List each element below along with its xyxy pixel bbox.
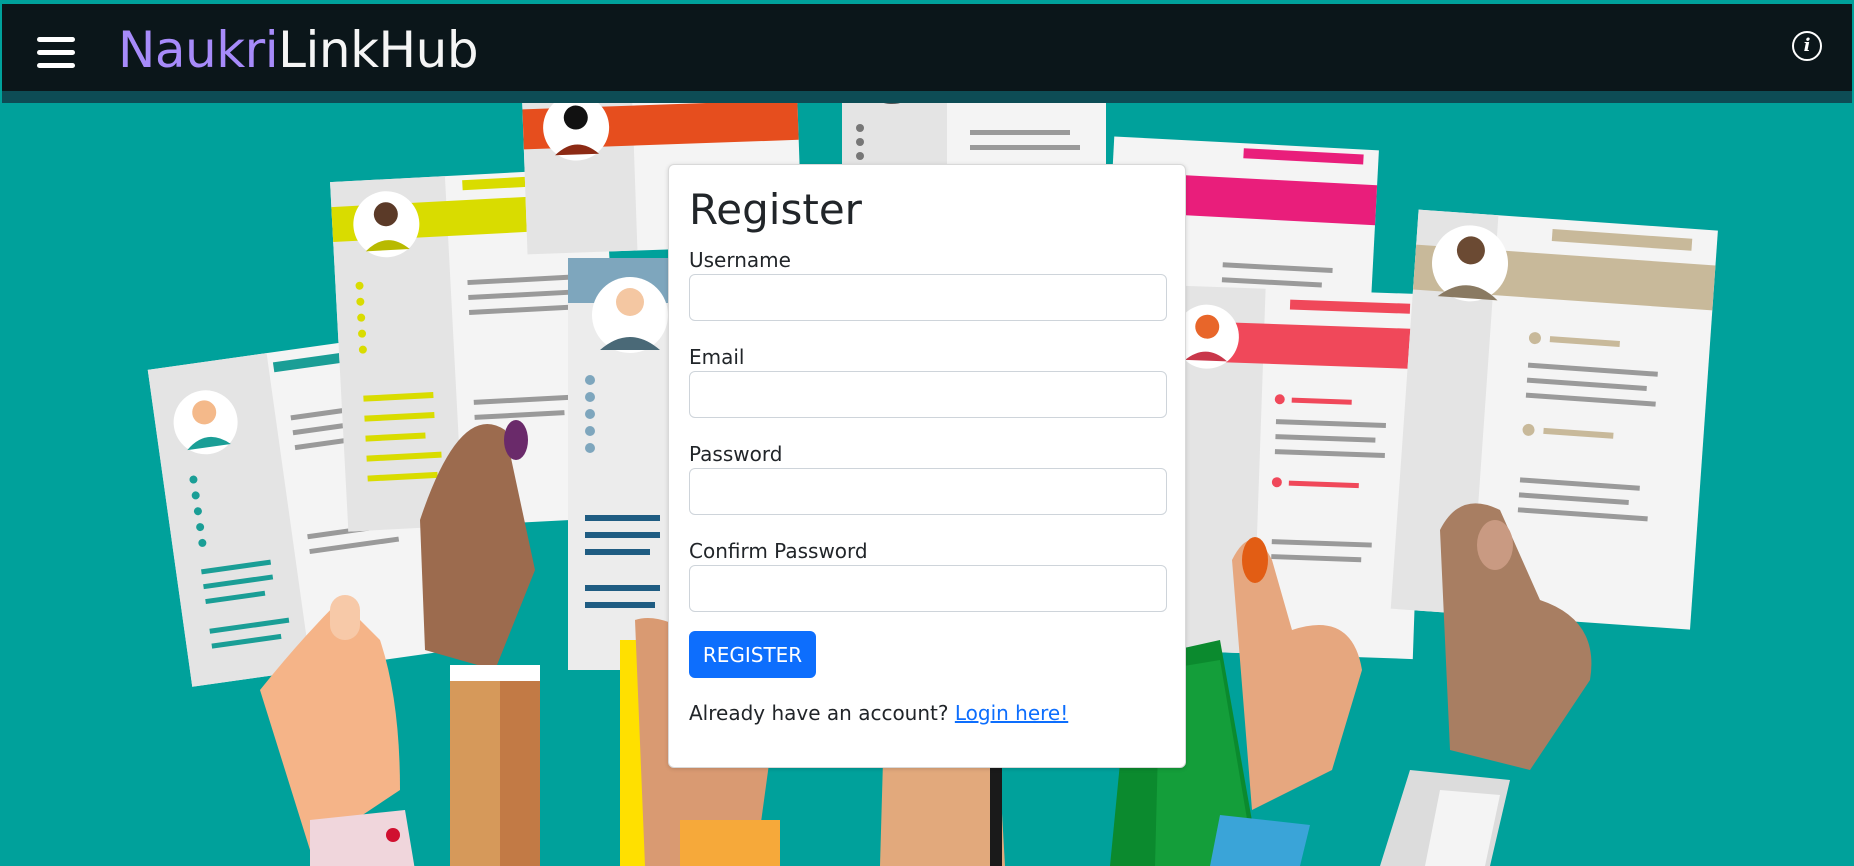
confirm-password-input[interactable] — [689, 565, 1167, 612]
register-button[interactable]: REGISTER — [689, 631, 816, 678]
password-label: Password — [689, 442, 783, 466]
page: NaukriLinkHub i Register Username Email … — [0, 0, 1854, 866]
navbar-bottom-strip — [2, 91, 1852, 103]
password-input[interactable] — [689, 468, 1167, 515]
brand-part-linkhub: LinkHub — [278, 21, 479, 79]
hamburger-menu-icon[interactable] — [37, 37, 75, 69]
username-input[interactable] — [689, 274, 1167, 321]
confirm-password-label: Confirm Password — [689, 539, 868, 563]
info-icon[interactable]: i — [1792, 31, 1822, 61]
username-label: Username — [689, 248, 791, 272]
register-card: Register Username Email Password Confirm… — [668, 164, 1186, 768]
brand-part-naukri: Naukri — [118, 21, 279, 79]
login-prompt-line: Already have an account? Login here! — [689, 701, 1068, 725]
login-link[interactable]: Login here! — [955, 701, 1068, 725]
register-title: Register — [689, 185, 862, 234]
login-prompt-text: Already have an account? — [689, 701, 949, 725]
navbar: NaukriLinkHub i — [2, 4, 1852, 91]
email-input[interactable] — [689, 371, 1167, 418]
email-label: Email — [689, 345, 745, 369]
brand-logo[interactable]: NaukriLinkHub — [118, 20, 479, 80]
